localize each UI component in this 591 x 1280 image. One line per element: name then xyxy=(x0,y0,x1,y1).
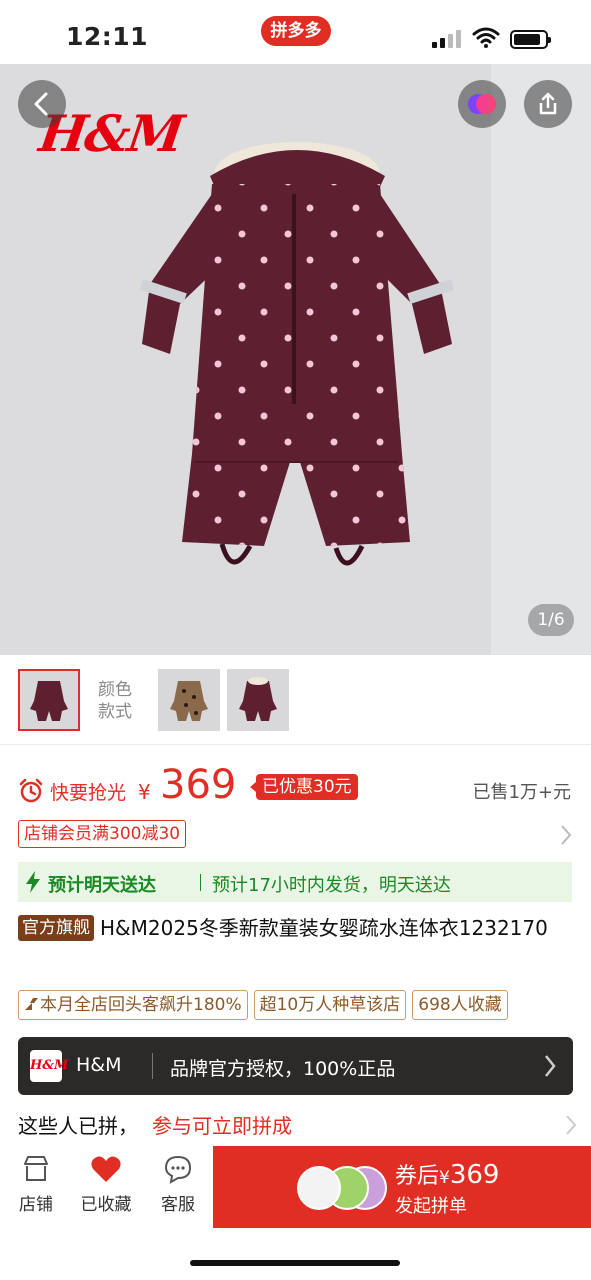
price-row: 快要抢光 ¥ 369 已优惠30元 已售1万+元 xyxy=(0,758,591,818)
coupon-tag: 店铺会员满300减30 xyxy=(18,820,187,848)
price-amount: 369 xyxy=(160,762,237,808)
status-bar: 12:11 拼多多 xyxy=(0,0,591,64)
group-buy-row[interactable]: 这些人已拼， 参与可立即拼成 xyxy=(18,1108,578,1144)
brand-mini-logo: H&M xyxy=(30,1050,68,1082)
chat-bubble-icon xyxy=(164,1155,192,1184)
brand-authorization-bar[interactable]: H&M H&M 品牌官方授权，100%正品 xyxy=(18,1037,573,1095)
variant-label: 颜色款式 xyxy=(98,680,132,722)
trend-up-icon xyxy=(25,998,38,1010)
app-badge: 拼多多 xyxy=(261,16,331,46)
share-icon xyxy=(539,92,557,115)
chevron-left-icon xyxy=(34,92,48,116)
chevron-right-icon xyxy=(545,1055,556,1077)
back-button[interactable] xyxy=(18,80,66,128)
product-hero-image[interactable]: H&M 1/6 xyxy=(0,64,591,655)
buy-sub-label: 发起拼单 xyxy=(395,1196,467,1217)
store-icon xyxy=(24,1156,48,1181)
shipping-banner: 预计明天送达 预计17小时内发货，明天送达 xyxy=(18,862,572,902)
image-page-indicator: 1/6 xyxy=(528,604,574,636)
brand-authorization-text: 品牌官方授权，100%正品 xyxy=(170,1058,396,1080)
store-badge: 官方旗舰 xyxy=(18,915,94,941)
nav-customer-service[interactable]: 客服 xyxy=(146,1154,210,1224)
discount-badge: 已优惠30元 xyxy=(250,774,358,800)
share-button[interactable] xyxy=(524,80,572,128)
sold-count: 已售1万+元 xyxy=(472,782,571,803)
group-buy-cta: 参与可立即拼成 xyxy=(152,1114,292,1138)
tag-favorites[interactable]: 698人收藏 xyxy=(412,990,508,1020)
signal-icon xyxy=(432,30,462,48)
group-buy-text: 这些人已拼， xyxy=(18,1114,138,1138)
buy-price: 券后¥369 xyxy=(395,1160,500,1190)
chevron-right-icon xyxy=(566,1115,577,1135)
alarm-clock-icon xyxy=(19,778,43,803)
variant-thumb-burgundy[interactable] xyxy=(18,669,80,731)
product-title: 官方旗舰 H&M2025冬季新款童装女婴疏水连体衣1232170 xyxy=(18,912,578,944)
status-time: 12:11 xyxy=(66,22,149,51)
tag-row: 本月全店回头客飙升180% 超10万人种草该店 698人收藏 xyxy=(18,990,591,1022)
wifi-icon xyxy=(472,27,500,48)
price-currency: ¥ xyxy=(138,780,151,804)
ar-try-on-button[interactable] xyxy=(458,80,506,128)
variant-thumb-burgundy-2[interactable] xyxy=(227,669,289,731)
variant-thumb-leopard[interactable] xyxy=(158,669,220,731)
shipping-sub: 预计17小时内发货，明天送达 xyxy=(212,875,451,896)
flash-sale-text: 快要抢光 xyxy=(50,782,127,804)
avatar xyxy=(297,1166,341,1210)
coupon-row[interactable]: 店铺会员满300减30 xyxy=(0,818,591,854)
heart-icon xyxy=(91,1156,121,1182)
tag-recommend[interactable]: 超10万人种草该店 xyxy=(253,990,407,1020)
brand-name: H&M xyxy=(76,1054,122,1076)
product-title-text: H&M2025冬季新款童装女婴疏水连体衣1232170 xyxy=(100,916,548,940)
lightning-icon xyxy=(26,871,40,893)
chevron-right-icon xyxy=(561,825,572,845)
tag-repeat-customers[interactable]: 本月全店回头客飙升180% xyxy=(18,990,248,1020)
color-variant-strip: 颜色款式 xyxy=(0,655,591,745)
participant-avatars xyxy=(297,1166,387,1210)
battery-icon xyxy=(510,30,551,49)
shipping-main: 预计明天送达 xyxy=(48,875,156,896)
nav-favorite[interactable]: 已收藏 xyxy=(74,1154,138,1224)
nav-store[interactable]: 店铺 xyxy=(4,1154,68,1224)
home-indicator xyxy=(190,1260,400,1266)
start-group-buy-button[interactable]: 券后¥369 发起拼单 xyxy=(213,1146,591,1228)
